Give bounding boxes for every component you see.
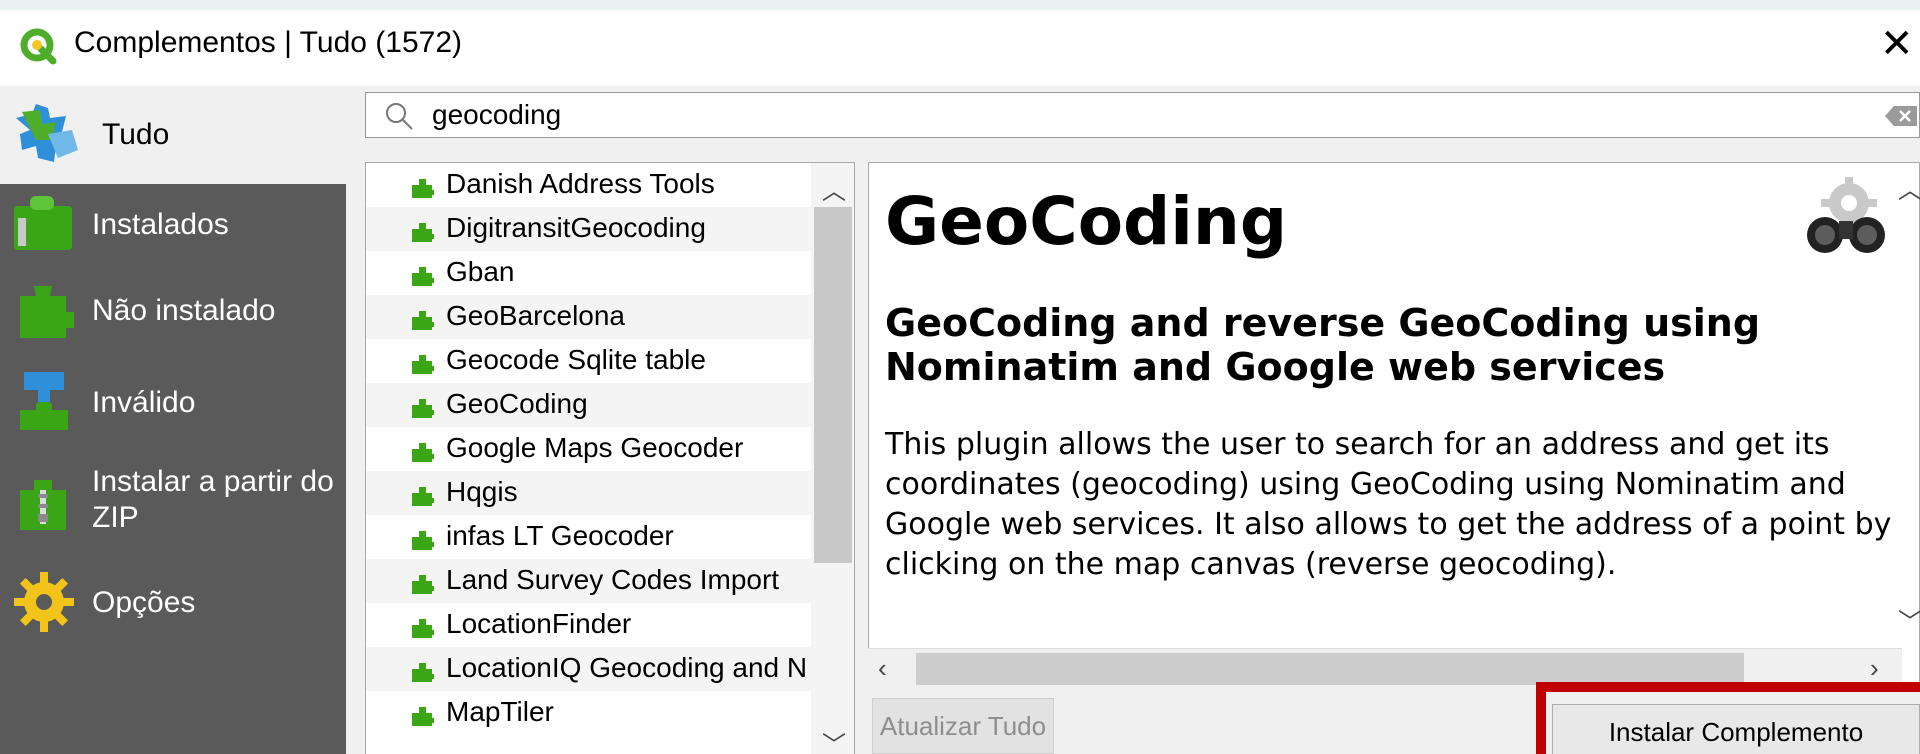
search-box xyxy=(365,92,1920,138)
sidebar-item-installed[interactable]: Instalados xyxy=(0,184,346,264)
scroll-up-arrow-icon[interactable]: ︿ xyxy=(822,171,846,206)
plugin-details: GeoCoding GeoCoding and reverse GeoCodin… xyxy=(868,162,1920,688)
window-title: Complementos | Tudo (1572) xyxy=(74,26,462,59)
sidebar-item-label: Instalar a partir do ZIP xyxy=(92,464,334,536)
sidebar-item-label: Tudo xyxy=(102,118,170,151)
scroll-down-arrow-icon[interactable]: ﹀ xyxy=(822,725,846,754)
sidebar-item-not-installed[interactable]: Não instalado xyxy=(0,264,346,358)
binoculars-gear-icon xyxy=(1807,177,1885,253)
list-scrollbar-thumb[interactable] xyxy=(814,207,852,563)
qgis-logo-icon xyxy=(20,28,57,65)
clear-search-icon[interactable] xyxy=(1884,105,1918,127)
sidebar-item-options[interactable]: Opções xyxy=(0,556,346,650)
sidebar-item-label: Instalados xyxy=(92,208,229,241)
details-scroll-down-icon[interactable]: ﹀ xyxy=(1898,602,1920,637)
sidebar: Tudo Instalados Não instalado Inválido I… xyxy=(0,86,346,754)
plugin-icon xyxy=(412,267,434,286)
list-item[interactable]: DigitransitGeocoding xyxy=(366,207,811,251)
list-item-label: Gban xyxy=(446,256,515,287)
title-bar: Complementos | Tudo (1572) ✕ xyxy=(0,10,1920,86)
list-item-label: Danish Address Tools xyxy=(446,168,715,199)
list-item[interactable]: GeoBarcelona xyxy=(366,295,811,339)
gear-icon xyxy=(14,572,74,632)
list-item-label: LocationIQ Geocoding and N xyxy=(446,652,808,683)
list-item[interactable]: Gban xyxy=(366,251,811,295)
list-item[interactable]: Hqgis xyxy=(366,471,811,515)
puzzle-all-icon xyxy=(16,104,78,162)
list-item-label: Land Survey Codes Import xyxy=(446,564,780,595)
plugin-icon xyxy=(412,311,434,330)
list-item[interactable]: Land Survey Codes Import xyxy=(366,559,811,603)
sidebar-item-label: Opções xyxy=(92,586,196,619)
details-scroll-up-icon[interactable]: ︿ xyxy=(1898,170,1920,205)
list-item-label: DigitransitGeocoding xyxy=(446,212,706,243)
update-all-button[interactable]: Atualizar Tudo xyxy=(872,698,1054,754)
search-input[interactable] xyxy=(432,97,1832,133)
plugin-icon xyxy=(412,355,434,374)
sidebar-item-label-line2: ZIP xyxy=(92,501,139,534)
puzzle-invalid-icon xyxy=(20,372,68,430)
scroll-left-arrow-icon[interactable]: ‹ xyxy=(878,653,887,684)
puzzle-not-installed-icon xyxy=(20,286,74,338)
list-item[interactable]: Google Maps Geocoder xyxy=(366,427,811,471)
plugin-icon xyxy=(412,707,434,726)
sidebar-item-label-line1: Instalar a partir do xyxy=(92,465,334,498)
plugin-icon xyxy=(412,531,434,550)
plugins-dialog: Complementos | Tudo (1572) ✕ Tudo Instal… xyxy=(0,10,1920,754)
sidebar-item-invalid[interactable]: Inválido xyxy=(0,358,346,452)
list-item-label: MapTiler xyxy=(446,696,554,727)
plugin-icon xyxy=(412,575,434,594)
plugin-description: This plugin allows the user to search fo… xyxy=(885,427,1892,582)
zip-install-icon xyxy=(20,480,66,530)
plugin-icon xyxy=(412,179,434,198)
list-item-label: LocationFinder xyxy=(446,608,632,639)
plugin-icon xyxy=(412,619,434,638)
list-item[interactable]: GeoCoding xyxy=(366,383,811,427)
list-item[interactable]: Danish Address Tools xyxy=(366,163,811,207)
close-button[interactable]: ✕ xyxy=(1880,24,1914,64)
list-item-label: Google Maps Geocoder xyxy=(446,432,744,463)
list-item-label: Geocode Sqlite table xyxy=(446,344,706,375)
scroll-right-arrow-icon[interactable]: › xyxy=(1870,653,1879,684)
sidebar-item-label: Inválido xyxy=(92,386,196,419)
list-item[interactable]: Geocode Sqlite table xyxy=(366,339,811,383)
list-item[interactable]: LocationFinder xyxy=(366,603,811,647)
list-item[interactable]: MapTiler xyxy=(366,691,811,735)
list-item-label: GeoCoding xyxy=(446,388,588,419)
plugin-title: GeoCoding xyxy=(885,183,1288,260)
list-item-label: GeoBarcelona xyxy=(446,300,626,331)
plugin-icon xyxy=(412,443,434,462)
horizontal-scrollbar-thumb[interactable] xyxy=(916,653,1744,685)
plugin-icon xyxy=(412,663,434,682)
plugin-icon xyxy=(412,223,434,242)
list-item-label: Hqgis xyxy=(446,476,518,507)
sidebar-item-all[interactable]: Tudo xyxy=(0,86,346,184)
highlight-box xyxy=(1536,682,1920,754)
list-item[interactable]: infas LT Geocoder xyxy=(366,515,811,559)
sidebar-item-label: Não instalado xyxy=(92,294,276,327)
plugin-icon xyxy=(412,487,434,506)
plugin-list: Danish Address Tools DigitransitGeocodin… xyxy=(365,162,855,754)
sidebar-item-install-zip[interactable]: Instalar a partir do ZIP xyxy=(0,452,346,556)
plugin-icon xyxy=(412,399,434,418)
puzzle-installed-icon xyxy=(14,196,72,250)
search-icon xyxy=(386,103,413,130)
list-item-label: infas LT Geocoder xyxy=(446,520,674,551)
list-item[interactable]: LocationIQ Geocoding and N xyxy=(366,647,811,691)
plugin-subtitle: GeoCoding and reverse GeoCoding using No… xyxy=(885,301,1761,389)
